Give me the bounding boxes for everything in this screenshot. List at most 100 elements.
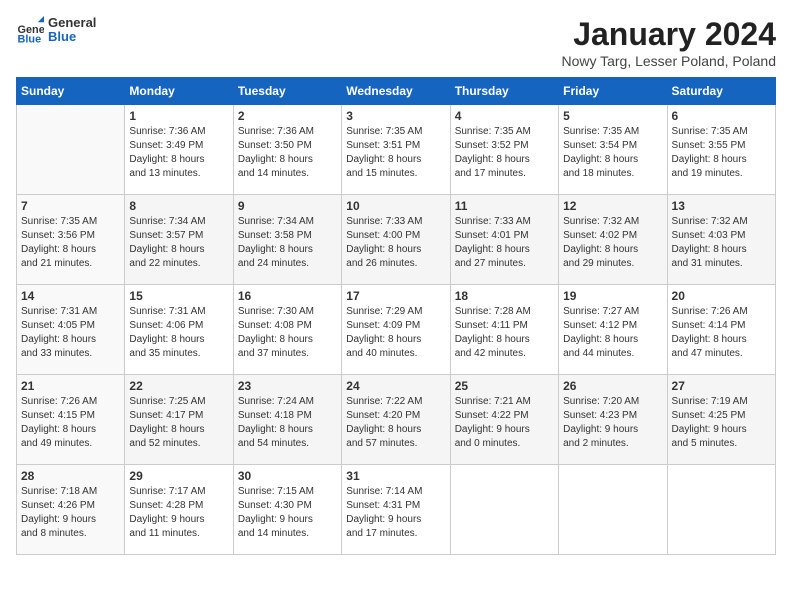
day-info: Sunrise: 7:33 AMSunset: 4:00 PMDaylight:… [346, 215, 445, 271]
day-info: Sunrise: 7:36 AMSunset: 3:50 PMDaylight:… [238, 125, 337, 181]
day-info: Sunrise: 7:31 AMSunset: 4:05 PMDaylight:… [21, 305, 120, 361]
calendar-cell: 26 Sunrise: 7:20 AMSunset: 4:23 PMDayligh… [559, 375, 667, 465]
calendar-cell: 3 Sunrise: 7:35 AMSunset: 3:51 PMDaylight… [342, 105, 450, 195]
header-sunday: Sunday [17, 78, 125, 105]
day-info: Sunrise: 7:20 AMSunset: 4:23 PMDaylight:… [563, 395, 662, 451]
day-info: Sunrise: 7:36 AMSunset: 3:49 PMDaylight:… [129, 125, 228, 181]
day-info: Sunrise: 7:21 AMSunset: 4:22 PMDaylight:… [455, 395, 554, 451]
day-info: Sunrise: 7:32 AMSunset: 4:03 PMDaylight:… [672, 215, 771, 271]
title-block: January 2024 Nowy Targ, Lesser Poland, P… [561, 16, 776, 69]
day-number: 16 [238, 289, 337, 303]
calendar-table: SundayMondayTuesdayWednesdayThursdayFrid… [16, 77, 776, 555]
logo-icon: General Blue [16, 16, 44, 44]
calendar-cell: 4Sunrise: 7:35 AMSunset: 3:52 PMDaylight… [450, 105, 558, 195]
day-number: 17 [346, 289, 445, 303]
header-thursday: Thursday [450, 78, 558, 105]
day-info: Sunrise: 7:26 AMSunset: 4:14 PMDaylight:… [672, 305, 771, 361]
day-number: 1 [129, 109, 228, 123]
calendar-cell [667, 465, 775, 555]
day-number: 23 [238, 379, 337, 393]
day-number: 20 [672, 289, 771, 303]
day-number: 2 [238, 109, 337, 123]
calendar-cell: 28 Sunrise: 7:18 AMSunset: 4:26 PMDayligh… [17, 465, 125, 555]
calendar-cell: 2 Sunrise: 7:36 AMSunset: 3:50 PMDaylight… [233, 105, 341, 195]
calendar-cell: 16 Sunrise: 7:30 AMSunset: 4:08 PMDayligh… [233, 285, 341, 375]
calendar-cell: 14 Sunrise: 7:31 AMSunset: 4:05 PMDayligh… [17, 285, 125, 375]
day-info: Sunrise: 7:32 AMSunset: 4:02 PMDaylight:… [563, 215, 662, 271]
calendar-cell: 6Sunrise: 7:35 AMSunset: 3:55 PMDaylight… [667, 105, 775, 195]
calendar-subtitle: Nowy Targ, Lesser Poland, Poland [561, 53, 776, 69]
day-info: Sunrise: 7:29 AMSunset: 4:09 PMDaylight:… [346, 305, 445, 361]
day-number: 15 [129, 289, 228, 303]
header-monday: Monday [125, 78, 233, 105]
day-info: Sunrise: 7:28 AMSunset: 4:11 PMDaylight:… [455, 305, 554, 361]
day-info: Sunrise: 7:35 AMSunset: 3:54 PMDaylight:… [563, 125, 662, 181]
day-number: 12 [563, 199, 662, 213]
calendar-cell: 27 Sunrise: 7:19 AMSunset: 4:25 PMDayligh… [667, 375, 775, 465]
calendar-title: January 2024 [561, 16, 776, 53]
calendar-cell: 30Sunrise: 7:15 AMSunset: 4:30 PMDayligh… [233, 465, 341, 555]
day-info: Sunrise: 7:18 AMSunset: 4:26 PMDaylight:… [21, 485, 120, 541]
day-number: 9 [238, 199, 337, 213]
week-row-2: 7Sunrise: 7:35 AMSunset: 3:56 PMDaylight… [17, 195, 776, 285]
calendar-cell: 10 Sunrise: 7:33 AMSunset: 4:00 PMDayligh… [342, 195, 450, 285]
calendar-cell: 8Sunrise: 7:34 AMSunset: 3:57 PMDaylight… [125, 195, 233, 285]
header-saturday: Saturday [667, 78, 775, 105]
calendar-cell [450, 465, 558, 555]
day-number: 4 [455, 109, 554, 123]
day-info: Sunrise: 7:33 AMSunset: 4:01 PMDaylight:… [455, 215, 554, 271]
calendar-cell [17, 105, 125, 195]
calendar-cell: 20 Sunrise: 7:26 AMSunset: 4:14 PMDayligh… [667, 285, 775, 375]
calendar-cell: 31Sunrise: 7:14 AMSunset: 4:31 PMDayligh… [342, 465, 450, 555]
day-number: 10 [346, 199, 445, 213]
week-row-5: 28 Sunrise: 7:18 AMSunset: 4:26 PMDayligh… [17, 465, 776, 555]
day-number: 5 [563, 109, 662, 123]
day-number: 28 [21, 469, 120, 483]
day-number: 21 [21, 379, 120, 393]
calendar-cell: 23 Sunrise: 7:24 AMSunset: 4:18 PMDayligh… [233, 375, 341, 465]
calendar-cell: 22Sunrise: 7:25 AMSunset: 4:17 PMDayligh… [125, 375, 233, 465]
day-number: 22 [129, 379, 228, 393]
calendar-cell: 7Sunrise: 7:35 AMSunset: 3:56 PMDaylight… [17, 195, 125, 285]
day-number: 25 [455, 379, 554, 393]
day-number: 14 [21, 289, 120, 303]
day-number: 3 [346, 109, 445, 123]
calendar-cell: 11 Sunrise: 7:33 AMSunset: 4:01 PMDayligh… [450, 195, 558, 285]
calendar-cell [559, 465, 667, 555]
calendar-cell: 9 Sunrise: 7:34 AMSunset: 3:58 PMDaylight… [233, 195, 341, 285]
calendar-cell: 29 Sunrise: 7:17 AMSunset: 4:28 PMDayligh… [125, 465, 233, 555]
day-number: 6 [672, 109, 771, 123]
day-info: Sunrise: 7:19 AMSunset: 4:25 PMDaylight:… [672, 395, 771, 451]
day-info: Sunrise: 7:30 AMSunset: 4:08 PMDaylight:… [238, 305, 337, 361]
logo-blue: Blue [48, 30, 96, 44]
page-header: General Blue General Blue January 2024 N… [16, 16, 776, 69]
calendar-cell: 1 Sunrise: 7:36 AMSunset: 3:49 PMDaylight… [125, 105, 233, 195]
calendar-cell: 18 Sunrise: 7:28 AMSunset: 4:11 PMDayligh… [450, 285, 558, 375]
day-info: Sunrise: 7:24 AMSunset: 4:18 PMDaylight:… [238, 395, 337, 451]
day-number: 26 [563, 379, 662, 393]
day-number: 29 [129, 469, 228, 483]
calendar-cell: 17 Sunrise: 7:29 AMSunset: 4:09 PMDayligh… [342, 285, 450, 375]
calendar-cell: 25 Sunrise: 7:21 AMSunset: 4:22 PMDayligh… [450, 375, 558, 465]
day-number: 24 [346, 379, 445, 393]
calendar-cell: 13Sunrise: 7:32 AMSunset: 4:03 PMDayligh… [667, 195, 775, 285]
calendar-cell: 15Sunrise: 7:31 AMSunset: 4:06 PMDayligh… [125, 285, 233, 375]
calendar-cell: 19Sunrise: 7:27 AMSunset: 4:12 PMDayligh… [559, 285, 667, 375]
calendar-cell: 5 Sunrise: 7:35 AMSunset: 3:54 PMDaylight… [559, 105, 667, 195]
day-info: Sunrise: 7:22 AMSunset: 4:20 PMDaylight:… [346, 395, 445, 451]
logo-text: General Blue [48, 16, 96, 45]
day-info: Sunrise: 7:35 AMSunset: 3:51 PMDaylight:… [346, 125, 445, 181]
day-info: Sunrise: 7:34 AMSunset: 3:58 PMDaylight:… [238, 215, 337, 271]
week-row-4: 21Sunrise: 7:26 AMSunset: 4:15 PMDayligh… [17, 375, 776, 465]
week-row-1: 1 Sunrise: 7:36 AMSunset: 3:49 PMDaylight… [17, 105, 776, 195]
header-wednesday: Wednesday [342, 78, 450, 105]
day-info: Sunrise: 7:34 AMSunset: 3:57 PMDaylight:… [129, 215, 228, 271]
day-number: 11 [455, 199, 554, 213]
day-number: 18 [455, 289, 554, 303]
day-info: Sunrise: 7:35 AMSunset: 3:56 PMDaylight:… [21, 215, 120, 271]
calendar-cell: 21Sunrise: 7:26 AMSunset: 4:15 PMDayligh… [17, 375, 125, 465]
week-row-3: 14 Sunrise: 7:31 AMSunset: 4:05 PMDayligh… [17, 285, 776, 375]
day-number: 27 [672, 379, 771, 393]
day-info: Sunrise: 7:17 AMSunset: 4:28 PMDaylight:… [129, 485, 228, 541]
day-number: 31 [346, 469, 445, 483]
